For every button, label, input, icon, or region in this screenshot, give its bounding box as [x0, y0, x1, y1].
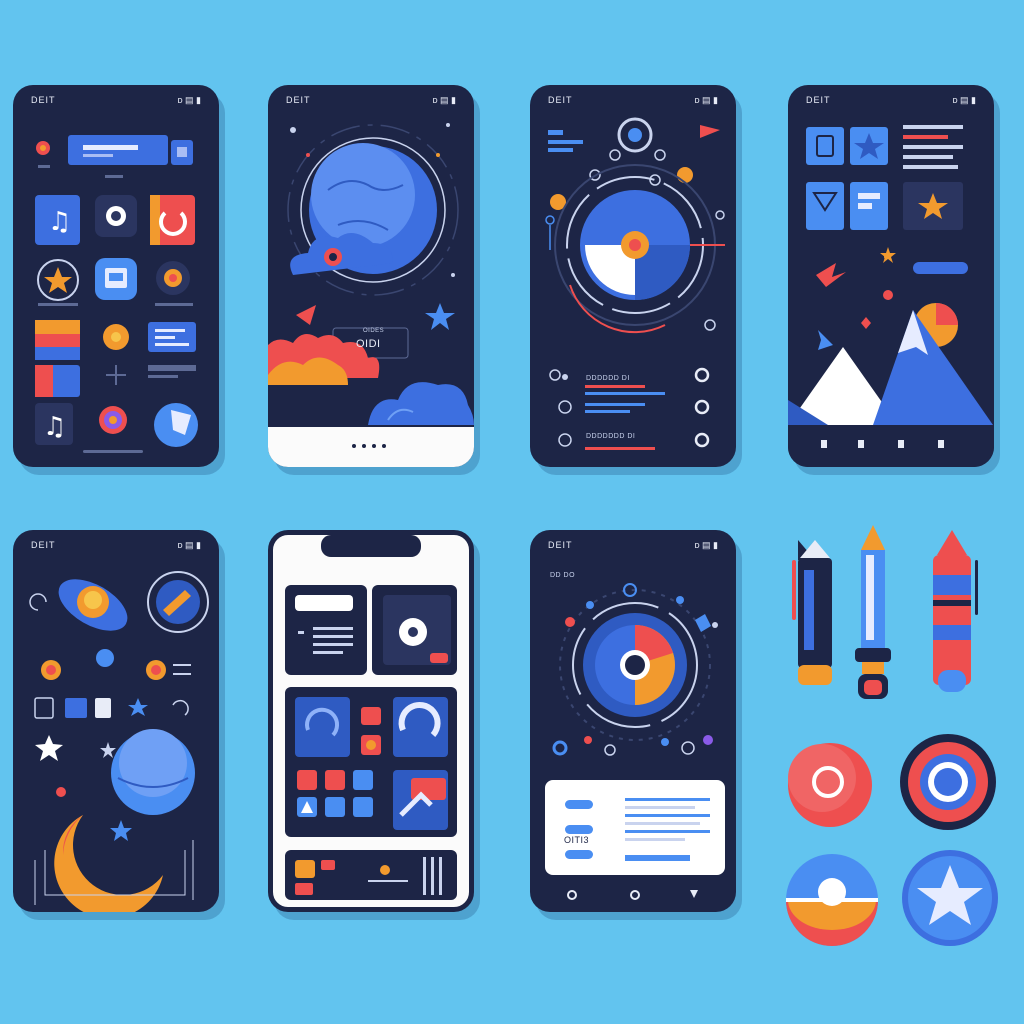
sun-badge-icon: [786, 854, 878, 946]
star-badge-app-icon: [154, 403, 198, 447]
phone-screen-dashboard: [268, 530, 474, 912]
dial-illustration: [545, 117, 725, 450]
phone-screen-mountain: DEIT ᴅ ▤ ▮: [788, 85, 994, 467]
mountain-illustration: [788, 125, 994, 467]
phone-screen-planet: DEIT ᴅ ▤ ▮ OIDES OIDI: [268, 85, 474, 467]
pencil-icon-blue: [855, 525, 891, 699]
planet-subcaption: OIDI: [356, 338, 381, 350]
svg-text:♫: ♫: [43, 412, 66, 442]
music-player-app-icon: [150, 195, 195, 245]
planet-caption: OIDES: [363, 328, 385, 334]
dashboard-illustration: [285, 535, 457, 900]
app-grid-graphic: ♫ ♫: [35, 135, 198, 453]
space-illustration: [29, 571, 209, 912]
gauge-tag: DD DO: [550, 572, 576, 579]
gauge-card-text: OITI3: [564, 835, 590, 845]
phone-screen-gauge: DEIT ᴅ ▤ ▮ DD DO OITI3: [530, 530, 736, 912]
svg-text:♫: ♫: [48, 207, 71, 237]
note-app-icon: ♫: [35, 403, 73, 445]
gauge-illustration: [545, 583, 725, 900]
pencil-icon-navy: [792, 540, 832, 685]
target-app-icon: [155, 261, 193, 306]
planet-illustration: [268, 123, 474, 467]
music-app-icon: ♫: [35, 195, 80, 245]
phone-screen-dial: DEIT ᴅ ▤ ▮ DDDDDD DI DDDDDDD DI: [530, 85, 736, 467]
record-app-icon: [95, 195, 137, 237]
orb-app-icon: [99, 406, 127, 434]
phone-screen-space: DEIT ᴅ ▤ ▮: [13, 530, 219, 912]
accessory-icons: [770, 520, 1010, 1000]
dial-row-label-3: DDDDDDD DI: [586, 433, 636, 440]
window-app-icon: [95, 258, 137, 300]
record-badge-icon: [788, 743, 872, 827]
star-badge-icon: [902, 850, 998, 946]
accessory-graphic: [786, 525, 998, 946]
dial-row-label-1: DDDDDD DI: [586, 375, 630, 382]
phone-screen-app-grid: DEIT ᴅ ▤ ▮ ♫ ♫: [13, 85, 219, 467]
star-app-icon: [37, 259, 79, 306]
gradient-app-icon: [35, 320, 80, 397]
list-app-icon: [148, 322, 196, 378]
pencil-icon-red: [933, 530, 978, 692]
target-badge-icon: [900, 734, 996, 830]
sun-app-icon: [103, 324, 129, 385]
